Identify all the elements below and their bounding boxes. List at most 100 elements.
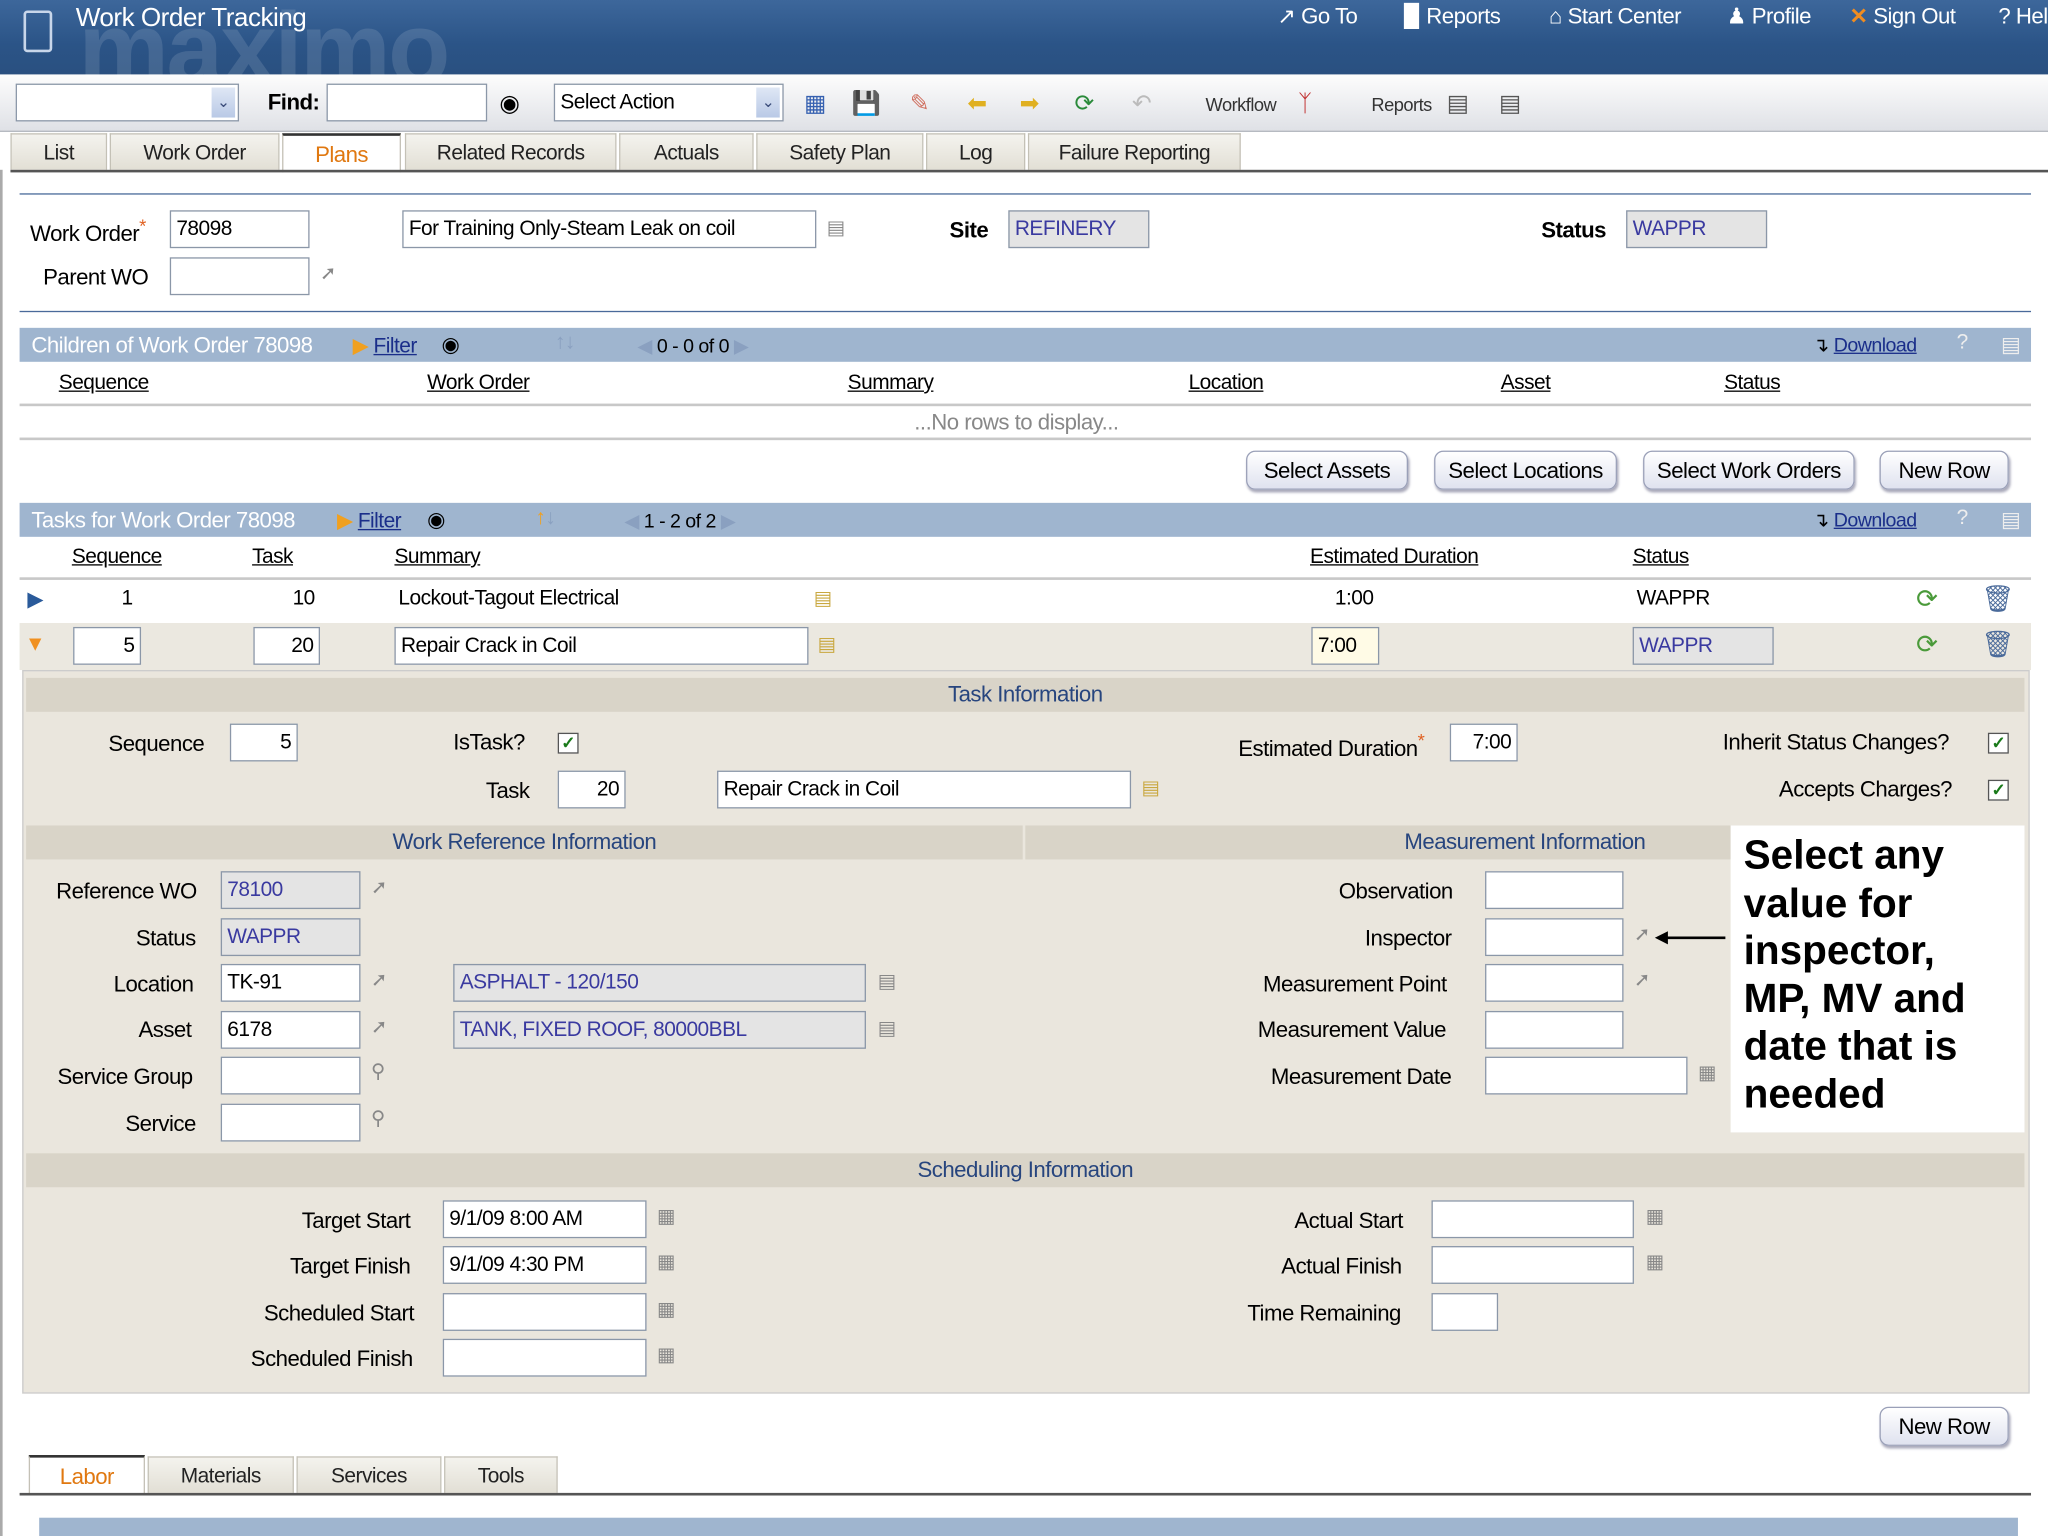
change-status-icon[interactable]: ⟳ <box>1070 86 1099 120</box>
measurement-value-input[interactable] <box>1485 1010 1624 1049</box>
tab-list[interactable]: List <box>10 133 108 170</box>
istask-checkbox[interactable]: ✓ <box>557 732 579 754</box>
table-row-selected[interactable]: ▼ 5 20 Repair Crack in Coil ▤ 7:00 WAPPR… <box>19 623 2032 671</box>
calendar-icon[interactable]: ▦ <box>657 1250 676 1273</box>
save-icon[interactable]: 💾 <box>852 86 881 120</box>
col-summary[interactable]: Summary <box>848 372 934 396</box>
col-task[interactable]: Task <box>252 546 293 570</box>
tab-materials[interactable]: Materials <box>147 1456 294 1493</box>
tab-work-order[interactable]: Work Order <box>109 133 280 170</box>
magnifier-icon[interactable]: ⚲ <box>371 1106 385 1130</box>
change-status-icon[interactable]: ⟳ <box>1916 583 1938 616</box>
download-link[interactable]: ↴ Download <box>1813 333 1917 356</box>
calendar-icon[interactable]: ▦ <box>1646 1250 1665 1273</box>
sequence-input[interactable]: 5 <box>229 723 298 762</box>
undo-icon[interactable]: ↶ <box>1127 86 1156 120</box>
target-start-input[interactable]: 9/1/09 8:00 AM <box>442 1200 647 1239</box>
filter-link[interactable]: ▶ Filter <box>337 508 402 534</box>
inspector-input[interactable] <box>1485 918 1624 957</box>
goto-link[interactable]: ↗ Go To <box>1277 4 1358 30</box>
tab-services[interactable]: Services <box>296 1456 442 1493</box>
binoculars-icon[interactable]: ◉ <box>427 507 445 533</box>
select-assets-button[interactable]: Select Assets <box>1246 450 1408 490</box>
long-description-icon[interactable]: ▤ <box>1142 776 1161 799</box>
col-status[interactable]: Status <box>1724 372 1781 396</box>
calendar-icon[interactable]: ▦ <box>1698 1061 1717 1084</box>
measurement-date-input[interactable] <box>1485 1056 1688 1095</box>
col-summary[interactable]: Summary <box>394 546 480 570</box>
parent-wo-input[interactable] <box>169 257 310 296</box>
tab-related-records[interactable]: Related Records <box>404 133 617 170</box>
time-remaining-input[interactable] <box>1431 1293 1499 1331</box>
long-description-icon[interactable]: ▤ <box>814 586 833 610</box>
observation-input[interactable] <box>1485 871 1624 910</box>
target-finish-input[interactable]: 9/1/09 4:30 PM <box>442 1246 647 1284</box>
work-order-input[interactable]: 78098 <box>169 210 310 249</box>
delete-trash-icon[interactable]: 🗑 <box>1981 583 2014 616</box>
filter-link[interactable]: ▶ Filter <box>353 333 418 359</box>
tab-safety-plan[interactable]: Safety Plan <box>756 133 924 170</box>
binoculars-icon[interactable]: ◉ <box>441 332 459 358</box>
tab-tools[interactable]: Tools <box>444 1456 558 1493</box>
long-description-icon[interactable]: ▤ <box>818 632 837 655</box>
long-description-icon[interactable]: ▤ <box>878 1016 897 1039</box>
long-description-icon[interactable]: ▤ <box>827 216 846 239</box>
col-estimated-duration[interactable]: Estimated Duration <box>1310 546 1479 570</box>
calendar-icon[interactable]: ▦ <box>657 1204 676 1228</box>
collapse-table-icon[interactable]: ▤ <box>2001 507 2021 533</box>
select-action-dropdown[interactable]: Select Action ⌄ <box>553 83 784 122</box>
col-work-order[interactable]: Work Order <box>427 372 530 396</box>
tab-failure-reporting[interactable]: Failure Reporting <box>1027 133 1241 170</box>
tab-actuals[interactable]: Actuals <box>619 133 754 170</box>
table-row[interactable]: ▶ 1 10 Lockout-Tagout Electrical ▤ 1:00 … <box>20 581 2031 620</box>
binoculars-icon[interactable]: ◉ <box>495 86 524 120</box>
workflow-label[interactable]: Workflow <box>1206 94 1277 115</box>
description-input[interactable]: For Training Only-Steam Leak on coil <box>402 210 817 249</box>
select-work-orders-button[interactable]: Select Work Orders <box>1643 450 1855 490</box>
previous-arrow-icon[interactable]: ⬅ <box>963 86 992 120</box>
delete-trash-icon[interactable]: 🗑 <box>1981 628 2014 661</box>
sign-out-link[interactable]: ✕ Sign Out <box>1849 4 1955 30</box>
new-row-button[interactable]: New Row <box>1879 1406 2009 1446</box>
find-input[interactable] <box>326 83 488 122</box>
expand-row-icon[interactable]: ▶ <box>27 586 43 612</box>
asset-input[interactable]: 6178 <box>220 1010 361 1049</box>
task-description-input[interactable]: Repair Crack in Coil <box>717 770 1132 809</box>
clear-eraser-icon[interactable]: ✎ <box>905 86 934 120</box>
change-status-icon[interactable]: ⟳ <box>1916 628 1938 661</box>
tab-labor[interactable]: Labor <box>28 1455 145 1495</box>
reports-link[interactable]: ▉ Reports <box>1404 4 1501 30</box>
collapse-row-icon[interactable]: ▼ <box>25 633 46 657</box>
col-status[interactable]: Status <box>1633 546 1690 570</box>
accepts-charges-checkbox[interactable]: ✓ <box>1987 779 2009 801</box>
help-icon[interactable]: ? <box>1957 507 1969 531</box>
col-location[interactable]: Location <box>1189 372 1264 396</box>
calendar-icon[interactable]: ▦ <box>657 1297 676 1320</box>
new-record-icon[interactable]: ▦ <box>801 86 830 120</box>
task-input[interactable]: 20 <box>557 770 626 809</box>
reports-label[interactable]: Reports <box>1371 94 1432 115</box>
next-arrow-icon[interactable]: ➡ <box>1015 86 1044 120</box>
col-sequence[interactable]: Sequence <box>59 372 149 396</box>
row-summary-input[interactable]: Repair Crack in Coil <box>394 626 809 665</box>
start-center-link[interactable]: ⌂ Start Center <box>1549 4 1682 30</box>
calendar-icon[interactable]: ▦ <box>657 1343 676 1366</box>
calendar-icon[interactable]: ▦ <box>1646 1204 1665 1228</box>
long-description-icon[interactable]: ▤ <box>878 969 897 992</box>
download-link[interactable]: ↴ Download <box>1813 508 1917 531</box>
row-sequence-input[interactable]: 5 <box>73 626 142 665</box>
scheduled-finish-input[interactable] <box>442 1338 647 1377</box>
actual-start-input[interactable] <box>1431 1200 1634 1239</box>
service-group-input[interactable] <box>220 1056 361 1095</box>
measurement-point-input[interactable] <box>1485 963 1624 1002</box>
detail-menu-icon[interactable]: ➚ <box>371 875 387 898</box>
magnifier-icon[interactable]: ⚲ <box>371 1059 385 1083</box>
inherit-status-checkbox[interactable]: ✓ <box>1987 732 2009 754</box>
query-select[interactable]: ⌄ <box>15 83 240 122</box>
list-report-icon[interactable]: ▤ <box>1496 86 1525 120</box>
col-asset[interactable]: Asset <box>1501 372 1551 396</box>
collapse-table-icon[interactable]: ▤ <box>2001 332 2021 358</box>
pager-arrows[interactable]: ↑↓ <box>555 332 575 356</box>
service-input[interactable] <box>220 1103 361 1142</box>
estimated-duration-input[interactable]: 7:00 <box>1449 723 1518 762</box>
